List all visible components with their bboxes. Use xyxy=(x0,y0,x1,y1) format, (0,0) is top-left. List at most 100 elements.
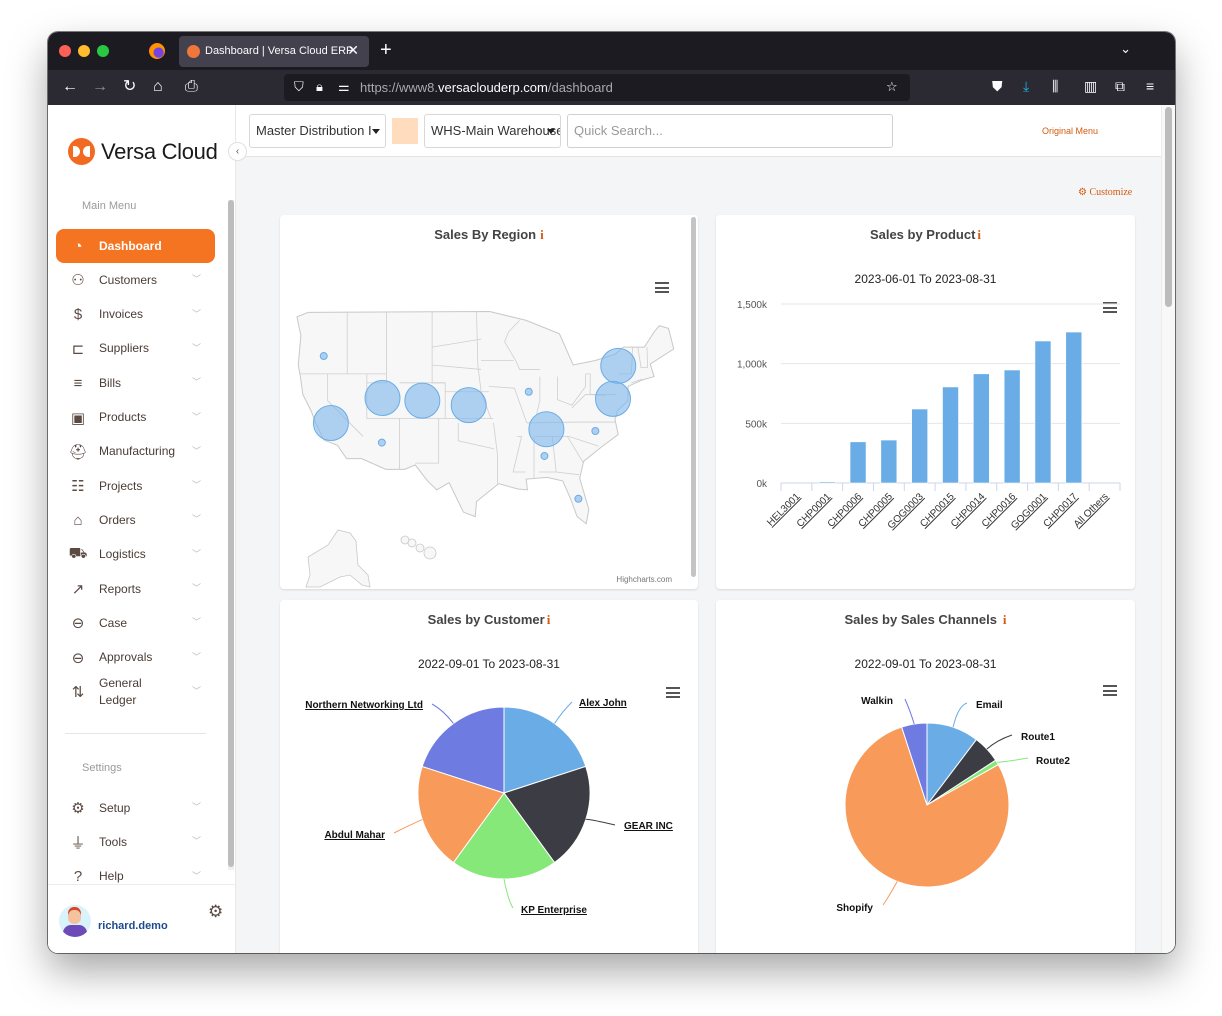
pie-label[interactable]: Abdul Mahar xyxy=(324,830,385,841)
extensions-icon[interactable]: ⧉ xyxy=(1115,78,1125,95)
page-scrollbar-thumb[interactable] xyxy=(1165,107,1172,307)
chevron-down-icon[interactable]: ﹀ xyxy=(192,341,201,354)
bubble-north-carolina[interactable] xyxy=(591,426,600,435)
bubble-utah[interactable] xyxy=(364,379,401,416)
card-scrollbar-thumb[interactable] xyxy=(691,217,696,577)
pie-label[interactable]: GEAR INC xyxy=(624,821,673,832)
bubble-new-york[interactable] xyxy=(600,347,637,384)
pie-label[interactable]: Alex John xyxy=(579,698,627,709)
bubble-illinois[interactable] xyxy=(524,387,533,396)
bubble-maryland-delaware[interactable] xyxy=(595,380,632,417)
bar-chp0017[interactable] xyxy=(1065,331,1083,484)
chevron-down-icon[interactable]: ﹀ xyxy=(192,512,201,525)
chevron-down-icon[interactable]: ﹀ xyxy=(192,375,201,388)
page-scrollbar[interactable] xyxy=(1161,105,1175,953)
bubble-oregon[interactable] xyxy=(319,352,328,361)
shield-icon[interactable]: ⛉ xyxy=(294,79,304,95)
bubble-alabama[interactable] xyxy=(540,451,549,460)
chevron-down-icon[interactable]: ﹀ xyxy=(192,478,201,491)
chevron-down-icon[interactable]: ﹀ xyxy=(192,615,201,628)
bubble-colorado[interactable] xyxy=(404,382,441,419)
maximize-window-button[interactable] xyxy=(97,45,109,57)
chevron-down-icon[interactable]: ﹀ xyxy=(192,684,201,697)
username[interactable]: richard.demo xyxy=(98,920,168,932)
pie-label[interactable]: Route2 xyxy=(1036,756,1070,767)
chevron-down-icon[interactable]: ﹀ xyxy=(192,410,201,423)
minimize-window-button[interactable] xyxy=(78,45,90,57)
bar-gog0003[interactable] xyxy=(911,408,928,484)
sidebar-item-tools[interactable]: ⏚ Tools ﹀ xyxy=(56,825,215,859)
color-swatch[interactable] xyxy=(392,118,418,144)
highcharts-credit[interactable]: Highcharts.com xyxy=(616,575,672,584)
sidebar-item-products[interactable]: ▣ Products ﹀ xyxy=(56,401,215,435)
sidebar-item-orders[interactable]: ⌂ Orders ﹀ xyxy=(56,503,215,537)
chevron-down-icon[interactable]: ﹀ xyxy=(192,800,201,813)
address-bar[interactable]: ⛉ 🔒︎ ⚌ https://www8.versaclouderp.com/da… xyxy=(284,74,910,101)
sidebar-item-setup[interactable]: ⚙ Setup ﹀ xyxy=(56,791,215,825)
bubble-california[interactable] xyxy=(312,404,349,441)
company-select[interactable]: Master Distribution I xyxy=(249,114,386,148)
avatar[interactable] xyxy=(59,905,91,937)
original-menu-link[interactable]: Original Menu xyxy=(1042,126,1098,136)
downloads-icon[interactable]: ⤓ xyxy=(1023,78,1029,95)
chevron-down-icon[interactable]: ﹀ xyxy=(192,834,201,847)
bubble-tennessee[interactable] xyxy=(528,411,565,448)
sidebar-item-general-ledger[interactable]: ⇅ General Ledger ﹀ xyxy=(56,675,215,709)
brand-logo[interactable]: Versa Cloud xyxy=(68,138,218,165)
bar-chp0014[interactable] xyxy=(973,373,990,484)
sidebar-item-invoices[interactable]: $ Invoices ﹀ xyxy=(56,298,215,332)
chevron-down-icon[interactable]: ﹀ xyxy=(192,869,201,882)
pie-label[interactable]: Northern Networking Ltd xyxy=(305,700,423,711)
sidebar-item-projects[interactable]: ☷ Projects ﹀ xyxy=(56,469,215,503)
pie-label[interactable]: Route1 xyxy=(1021,732,1055,743)
bookmark-star-icon[interactable]: ☆ xyxy=(886,79,898,95)
bar-chp0016[interactable] xyxy=(1003,369,1021,484)
bar-chp0005[interactable] xyxy=(880,439,898,484)
bubble-kansas[interactable] xyxy=(450,387,487,424)
sidebar-item-suppliers[interactable]: ⊏ Suppliers ﹀ xyxy=(56,332,215,366)
permissions-icon[interactable]: ⚌ xyxy=(338,79,350,95)
user-settings-gear-icon[interactable]: ⚙ xyxy=(208,902,223,922)
back-icon[interactable]: ← xyxy=(62,77,78,97)
reader-view-icon[interactable]: ▥ xyxy=(1084,78,1097,95)
sidebar-item-logistics[interactable]: ⛟ Logistics ﹀ xyxy=(56,538,215,572)
new-tab-button[interactable]: + xyxy=(380,38,392,62)
bar-chp0015[interactable] xyxy=(942,386,959,484)
pie-label[interactable]: Email xyxy=(976,700,1003,711)
close-tab-icon[interactable]: ✕ xyxy=(347,42,359,59)
close-window-button[interactable] xyxy=(59,45,71,57)
warehouse-select[interactable]: WHS-Main Warehouse xyxy=(424,114,561,148)
bar-chp0001[interactable] xyxy=(818,481,836,484)
bar-gog0001[interactable] xyxy=(1034,340,1052,484)
forward-icon[interactable]: → xyxy=(92,77,108,97)
chevron-down-icon[interactable]: ﹀ xyxy=(192,272,201,285)
customize-link[interactable]: ⚙ Customize xyxy=(1078,187,1132,198)
sidebar-item-dashboard[interactable]: ◔ Dashboard xyxy=(56,229,215,263)
tab-list-chevron-icon[interactable]: ⌄ xyxy=(1120,41,1131,57)
chevron-down-icon[interactable]: ﹀ xyxy=(192,581,201,594)
print-icon[interactable]: ⎙ xyxy=(185,77,198,97)
chevron-down-icon[interactable]: ﹀ xyxy=(192,650,201,663)
pie-label[interactable]: Shopify xyxy=(836,903,873,914)
collapse-sidebar-button[interactable]: ‹ xyxy=(228,142,247,161)
sidebar-item-case[interactable]: ⊖ Case ﹀ xyxy=(56,606,215,640)
sidebar-item-bills[interactable]: ≡ Bills ﹀ xyxy=(56,366,215,400)
sidebar-item-approvals[interactable]: ⊖ Approvals ﹀ xyxy=(56,641,215,675)
bubble-florida[interactable] xyxy=(574,494,583,503)
tab-dashboard[interactable]: Dashboard | Versa Cloud ERP ✕ xyxy=(179,36,369,67)
sidebar-item-customers[interactable]: ⚇ Customers ﹀ xyxy=(56,263,215,297)
sidebar-item-reports[interactable]: ↗ Reports ﹀ xyxy=(56,572,215,606)
home-icon[interactable]: ⌂ xyxy=(153,77,163,97)
sidebar-scrollbar[interactable] xyxy=(228,200,234,870)
chevron-down-icon[interactable]: ﹀ xyxy=(192,307,201,320)
url-text[interactable]: https://www8.versaclouderp.com/dashboard xyxy=(360,80,613,95)
bar-chp0006[interactable] xyxy=(849,441,867,484)
reload-icon[interactable]: ↻ xyxy=(123,77,136,97)
lock-icon[interactable]: 🔒︎ xyxy=(316,79,323,95)
pie-label[interactable]: KP Enterprise xyxy=(521,905,587,916)
sidebar-scrollbar-thumb[interactable] xyxy=(228,200,234,867)
chevron-down-icon[interactable]: ﹀ xyxy=(192,444,201,457)
pie-label[interactable]: Walkin xyxy=(861,696,893,707)
chevron-down-icon[interactable]: ﹀ xyxy=(192,547,201,560)
sidebar-item-manufacturing[interactable]: ⛑ Manufacturing ﹀ xyxy=(56,435,215,469)
